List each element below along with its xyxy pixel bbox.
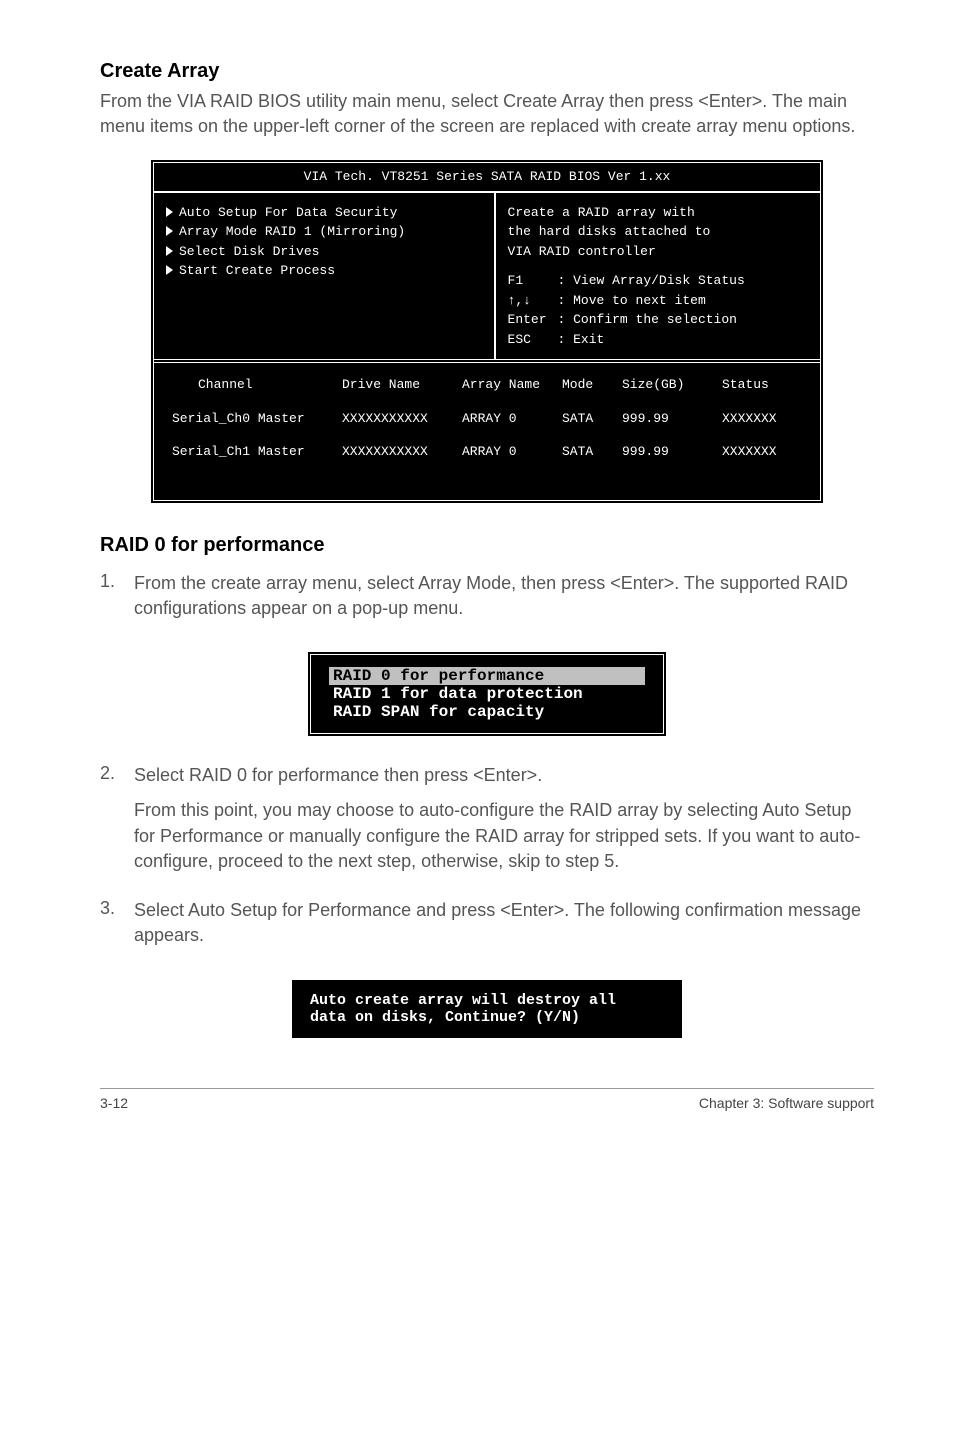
triangle-icon xyxy=(166,265,173,275)
col-mode: Mode xyxy=(562,375,622,395)
bios-help-line: F1: View Array/Disk Status xyxy=(508,271,808,291)
bios-help-line: ESC: Exit xyxy=(508,330,808,350)
bios-screenshot: VIA Tech. VT8251 Series SATA RAID BIOS V… xyxy=(100,159,874,504)
bios-desc-line: VIA RAID controller xyxy=(508,242,808,262)
cell-status: XXXXXXX xyxy=(722,442,802,462)
table-header-row: Channel Drive Name Array Name Mode Size(… xyxy=(172,375,802,395)
cell-mode: SATA xyxy=(562,442,622,462)
cell-mode: SATA xyxy=(562,409,622,429)
help-text: : Move to next item xyxy=(558,293,706,308)
help-key: ESC xyxy=(508,330,558,350)
bios-top-pane: Auto Setup For Data Security Array Mode … xyxy=(154,193,820,360)
footer-chapter: Chapter 3: Software support xyxy=(699,1095,874,1111)
menu-label: Auto Setup For Data Security xyxy=(179,203,397,223)
col-drive-name: Drive Name xyxy=(342,375,462,395)
heading-raid0: RAID 0 for performance xyxy=(100,534,874,557)
cell-size: 999.99 xyxy=(622,442,722,462)
step-number: 2. xyxy=(100,763,134,884)
menu-label: Select Disk Drives xyxy=(179,242,319,262)
bios-menu: Auto Setup For Data Security Array Mode … xyxy=(154,193,496,360)
help-text: : Confirm the selection xyxy=(558,312,737,327)
help-text: : View Array/Disk Status xyxy=(558,273,745,288)
cell-drive-name: XXXXXXXXXXX xyxy=(342,442,462,462)
raid-mode-popup: RAID 0 for performance RAID 1 for data p… xyxy=(100,651,874,737)
bios-help-line: Enter: Confirm the selection xyxy=(508,310,808,330)
cell-array-name: ARRAY 0 xyxy=(462,409,562,429)
help-key: F1 xyxy=(508,271,558,291)
table-row: Serial_Ch1 Master XXXXXXXXXXX ARRAY 0 SA… xyxy=(172,442,802,462)
confirm-box: Auto create array will destroy all data … xyxy=(292,980,682,1038)
step-text: Select RAID 0 for performance then press… xyxy=(134,763,874,788)
help-text: : Exit xyxy=(558,332,605,347)
bios-help-line: ↑,↓: Move to next item xyxy=(508,291,808,311)
bios-disk-table: Channel Drive Name Array Name Mode Size(… xyxy=(154,359,820,500)
col-size: Size(GB) xyxy=(622,375,722,395)
help-key: Enter xyxy=(508,310,558,330)
cell-channel: Serial_Ch0 Master xyxy=(172,409,342,429)
bios-menu-item: Select Disk Drives xyxy=(166,242,482,262)
popup-option-selected: RAID 0 for performance xyxy=(329,667,645,685)
table-row: Serial_Ch0 Master XXXXXXXXXXX ARRAY 0 SA… xyxy=(172,409,802,429)
col-array-name: Array Name xyxy=(462,375,562,395)
popup-option: RAID SPAN for capacity xyxy=(329,703,645,721)
triangle-icon xyxy=(166,207,173,217)
triangle-icon xyxy=(166,226,173,236)
step-3: 3. Select Auto Setup for Performance and… xyxy=(100,898,874,958)
bios-desc-line: Create a RAID array with xyxy=(508,203,808,223)
triangle-icon xyxy=(166,246,173,256)
popup-box: RAID 0 for performance RAID 1 for data p… xyxy=(307,651,667,737)
menu-label: Start Create Process xyxy=(179,261,335,281)
menu-label: Array Mode RAID 1 (Mirroring) xyxy=(179,222,405,242)
cell-drive-name: XXXXXXXXXXX xyxy=(342,409,462,429)
footer-page-number: 3-12 xyxy=(100,1095,128,1111)
step-text: Select Auto Setup for Performance and pr… xyxy=(134,898,874,948)
bios-desc-line: the hard disks attached to xyxy=(508,222,808,242)
help-key: ↑,↓ xyxy=(508,291,558,311)
bios-help-pane: Create a RAID array with the hard disks … xyxy=(496,193,820,360)
step-1: 1. From the create array menu, select Ar… xyxy=(100,571,874,631)
step-number: 1. xyxy=(100,571,134,631)
step-2: 2. Select RAID 0 for performance then pr… xyxy=(100,763,874,884)
col-status: Status xyxy=(722,375,802,395)
confirmation-dialog: Auto create array will destroy all data … xyxy=(100,980,874,1038)
cell-status: XXXXXXX xyxy=(722,409,802,429)
col-channel: Channel xyxy=(172,375,342,395)
cell-array-name: ARRAY 0 xyxy=(462,442,562,462)
step-text: From this point, you may choose to auto-… xyxy=(134,798,874,874)
bios-menu-item: Start Create Process xyxy=(166,261,482,281)
step-text: From the create array menu, select Array… xyxy=(134,571,874,621)
step-number: 3. xyxy=(100,898,134,958)
confirm-line: data on disks, Continue? (Y/N) xyxy=(310,1009,664,1026)
intro-paragraph: From the VIA RAID BIOS utility main menu… xyxy=(100,89,874,139)
confirm-line: Auto create array will destroy all xyxy=(310,992,664,1009)
cell-size: 999.99 xyxy=(622,409,722,429)
bios-menu-item: Auto Setup For Data Security xyxy=(166,203,482,223)
page-footer: 3-12 Chapter 3: Software support xyxy=(100,1088,874,1111)
bios-title: VIA Tech. VT8251 Series SATA RAID BIOS V… xyxy=(154,163,820,193)
cell-channel: Serial_Ch1 Master xyxy=(172,442,342,462)
bios-menu-item: Array Mode RAID 1 (Mirroring) xyxy=(166,222,482,242)
bios-window: VIA Tech. VT8251 Series SATA RAID BIOS V… xyxy=(150,159,824,504)
popup-option: RAID 1 for data protection xyxy=(329,685,645,703)
heading-create-array: Create Array xyxy=(100,60,874,83)
